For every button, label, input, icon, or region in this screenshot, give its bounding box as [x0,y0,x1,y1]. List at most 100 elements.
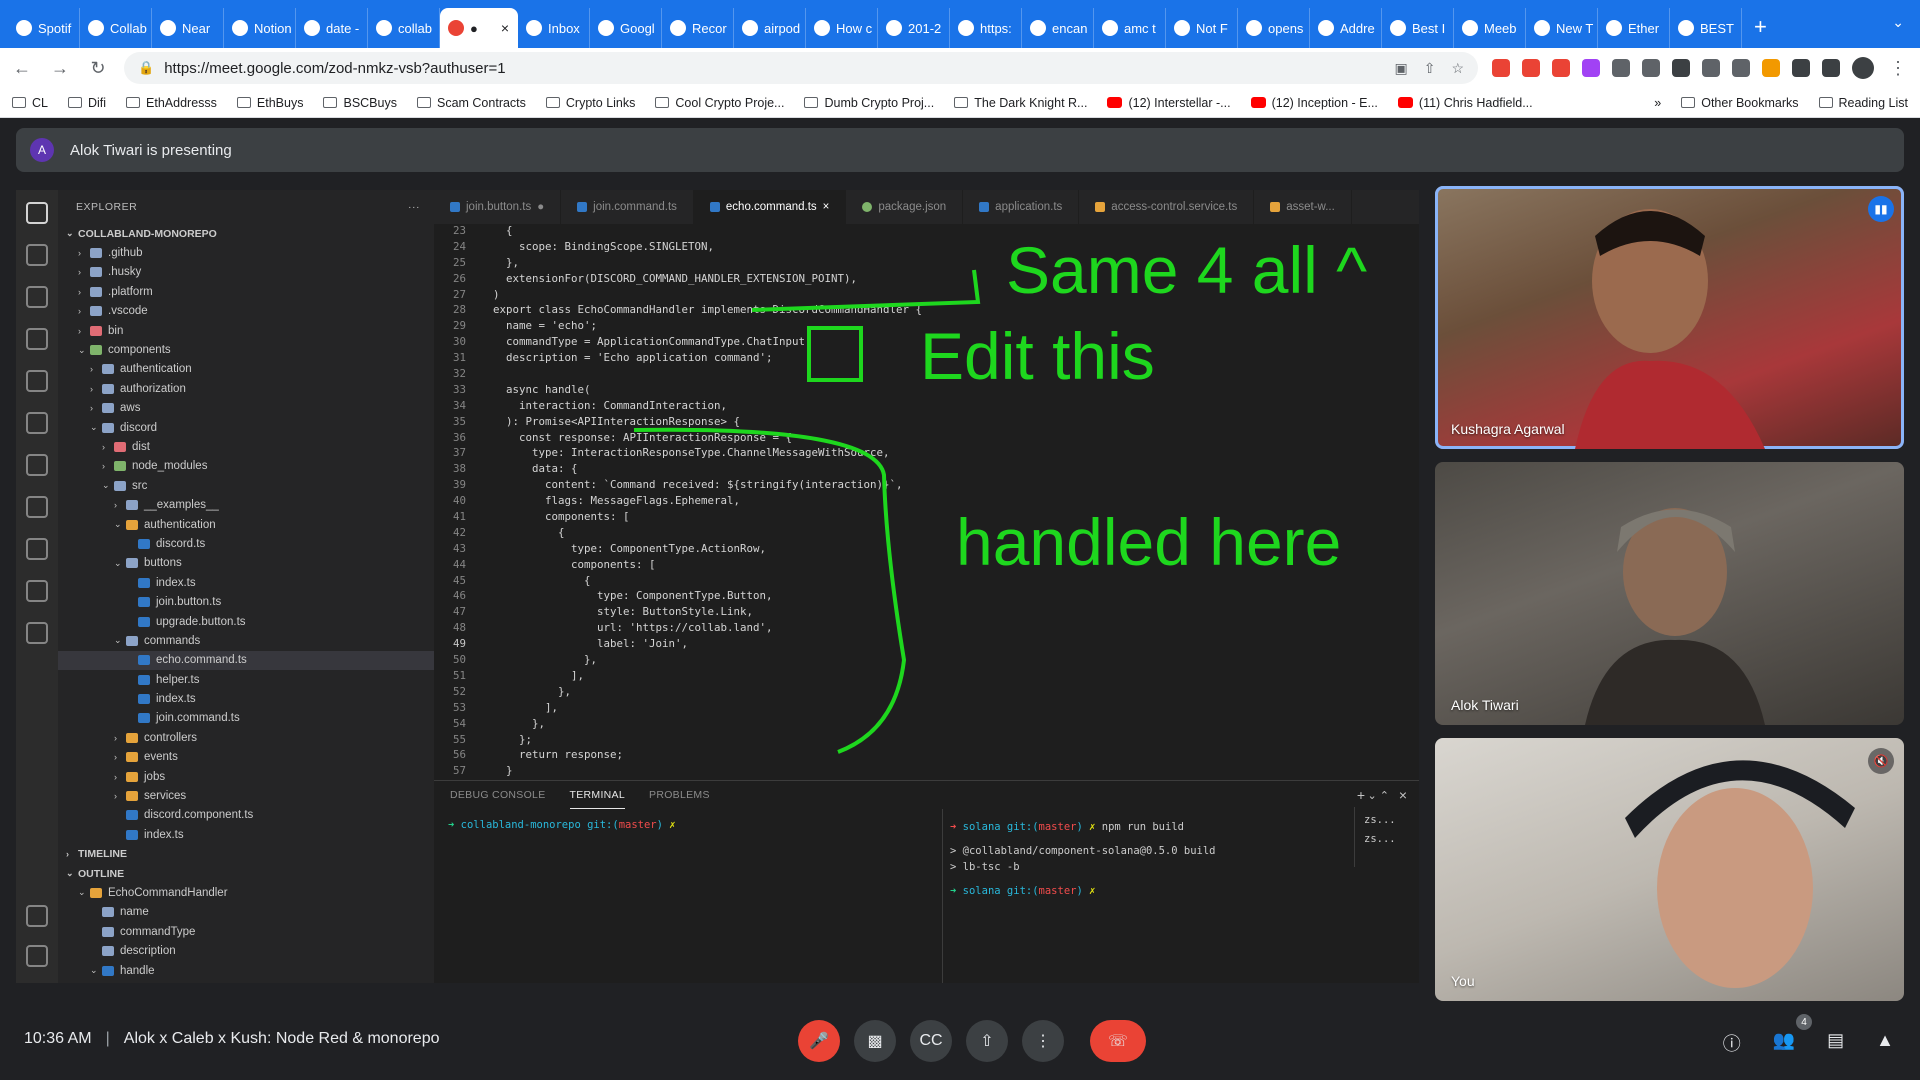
bookmark-item[interactable]: Dumb Crypto Proj... [804,96,934,110]
terminal-icon[interactable] [26,496,48,518]
terminal-list-item[interactable]: zs... [1364,830,1396,849]
terminal-list-item[interactable]: zs... [1364,811,1396,830]
terminal-left[interactable]: ➜ collabland-monorepo git:(master) ✗ [448,819,676,831]
browser-tab[interactable]: Collab [80,8,152,48]
live-share-icon[interactable] [26,622,48,644]
run-debug-icon[interactable] [26,328,48,350]
settings-gear-icon[interactable] [26,945,48,967]
tree-item[interactable]: description [58,941,434,960]
extension-icon[interactable] [1702,59,1720,77]
adblock-extension-icon[interactable] [1492,59,1510,77]
tree-item[interactable]: › events [58,748,434,767]
tree-item[interactable]: › .platform [58,282,434,301]
tree-item[interactable]: commandType [58,922,434,941]
maximize-panel-icon[interactable]: ⌄ ⌃ [1368,789,1390,802]
tree-item[interactable]: join.command.ts [58,709,434,728]
tree-item[interactable]: helper.ts [58,670,434,689]
puzzle-extensions-icon[interactable] [1792,59,1810,77]
captions-icon[interactable]: CC [910,1020,952,1062]
bookmark-item[interactable]: EthBuys [236,96,303,110]
browser-tab[interactable]: Meeb [1454,8,1526,48]
tree-item[interactable]: › bin [58,321,434,340]
bookmark-item[interactable]: BSCBuys [323,96,397,110]
panel-section-header[interactable]: ⌄ OUTLINE [58,864,434,883]
tree-item[interactable]: › node_modules [58,457,434,476]
tree-item[interactable]: upgrade.button.ts [58,612,434,631]
tree-item[interactable]: › dist [58,437,434,456]
address-bar[interactable]: 🔒 https://meet.google.com/zod-nmkz-vsb?a… [124,52,1478,84]
new-tab-icon[interactable]: + [1742,14,1779,48]
tree-item[interactable]: ⌄ commands [58,631,434,650]
tree-item[interactable]: name [58,903,434,922]
tree-item[interactable]: › __examples__ [58,495,434,514]
tree-item[interactable]: index.ts [58,573,434,592]
editor-tab[interactable]: package.json [846,190,964,224]
tree-item[interactable]: index.ts [58,689,434,708]
aws-icon[interactable] [26,538,48,560]
other-bookmarks[interactable]: Other Bookmarks [1681,96,1799,110]
browser-tab[interactable]: Googl [590,8,662,48]
accounts-icon[interactable] [26,905,48,927]
browser-tab[interactable]: Not F [1166,8,1238,48]
tree-item[interactable]: ⌄ buttons [58,554,434,573]
bookmark-item[interactable]: Crypto Links [545,96,635,110]
browser-tab[interactable]: Addre [1310,8,1382,48]
forward-icon[interactable]: → [48,56,72,80]
tree-item[interactable]: › authorization [58,379,434,398]
activities-icon[interactable]: ▲ [1876,1030,1894,1056]
participant-tile[interactable]: ▮▮ Kushagra Agarwal [1435,186,1904,449]
browser-tab[interactable]: ● × [440,8,518,48]
explorer-more-icon[interactable]: ··· [408,201,420,213]
tree-item[interactable]: join.button.ts [58,592,434,611]
more-options-icon[interactable]: ⋮ [1022,1020,1064,1062]
browser-tab[interactable]: New T [1526,8,1598,48]
remote-explorer-icon[interactable] [26,370,48,392]
browser-tab[interactable]: BEST [1670,8,1742,48]
extension-icon[interactable] [1612,59,1630,77]
lock-icon[interactable]: 🔒 [138,60,154,76]
extension-icon[interactable] [1672,59,1690,77]
extensions-icon[interactable] [26,412,48,434]
extension-icon[interactable] [1582,59,1600,77]
bookmarks-overflow-icon[interactable]: » [1654,96,1661,110]
editor-tab[interactable]: echo.command.ts × [693,190,847,224]
back-icon[interactable]: ← [10,56,34,80]
participant-tile[interactable]: Alok Tiwari [1435,462,1904,725]
browser-tab[interactable]: How c [806,8,878,48]
tree-item[interactable]: discord.component.ts [58,806,434,825]
browser-tab[interactable]: Recor [662,8,734,48]
tree-item[interactable]: › services [58,786,434,805]
panel-tab[interactable]: TERMINAL [569,789,626,809]
browser-tab[interactable]: date - [296,8,368,48]
browser-tab[interactable]: 201-2 [878,8,950,48]
docker-icon[interactable] [26,454,48,476]
bookmark-item[interactable]: (12) Interstellar -... [1107,96,1231,110]
tree-item[interactable]: › .husky [58,263,434,282]
bookmark-item[interactable]: Cool Crypto Proje... [655,96,784,110]
editor-tab[interactable]: asset-w... [1254,190,1352,224]
browser-tab[interactable]: opens [1238,8,1310,48]
end-call-icon[interactable]: ☏ [1090,1020,1146,1062]
mic-off-icon[interactable]: 🎤 [798,1020,840,1062]
tree-item[interactable]: echo.command.ts [58,650,434,670]
panel-section-header[interactable]: › TIMELINE [58,845,434,864]
tree-item[interactable]: › controllers [58,728,434,747]
bookmark-item[interactable]: CL [12,96,48,110]
browser-tab[interactable]: Notion [224,8,296,48]
tree-item[interactable]: ⌄ authentication [58,515,434,534]
bookmark-star-icon[interactable]: ☆ [1451,60,1464,77]
browser-menu-icon[interactable]: ⋮ [1886,56,1910,80]
tree-item[interactable]: › aws [58,399,434,418]
tree-item[interactable]: ⌄ components [58,340,434,359]
explorer-icon[interactable] [26,202,48,224]
camera-icon[interactable]: ▩ [854,1020,896,1062]
editor-tab[interactable]: access-control.service.ts [1079,190,1255,224]
browser-tab[interactable]: airpod [734,8,806,48]
tree-item[interactable]: ⌄ EchoCommandHandler [58,883,434,902]
camera-in-use-icon[interactable]: ▣ [1394,60,1407,77]
bookmark-item[interactable]: Difi [67,96,106,110]
extension-badge-30-icon[interactable] [1522,59,1540,77]
source-control-icon[interactable] [26,286,48,308]
tree-item[interactable]: discord.ts [58,534,434,553]
browser-tab[interactable]: Inbox [518,8,590,48]
